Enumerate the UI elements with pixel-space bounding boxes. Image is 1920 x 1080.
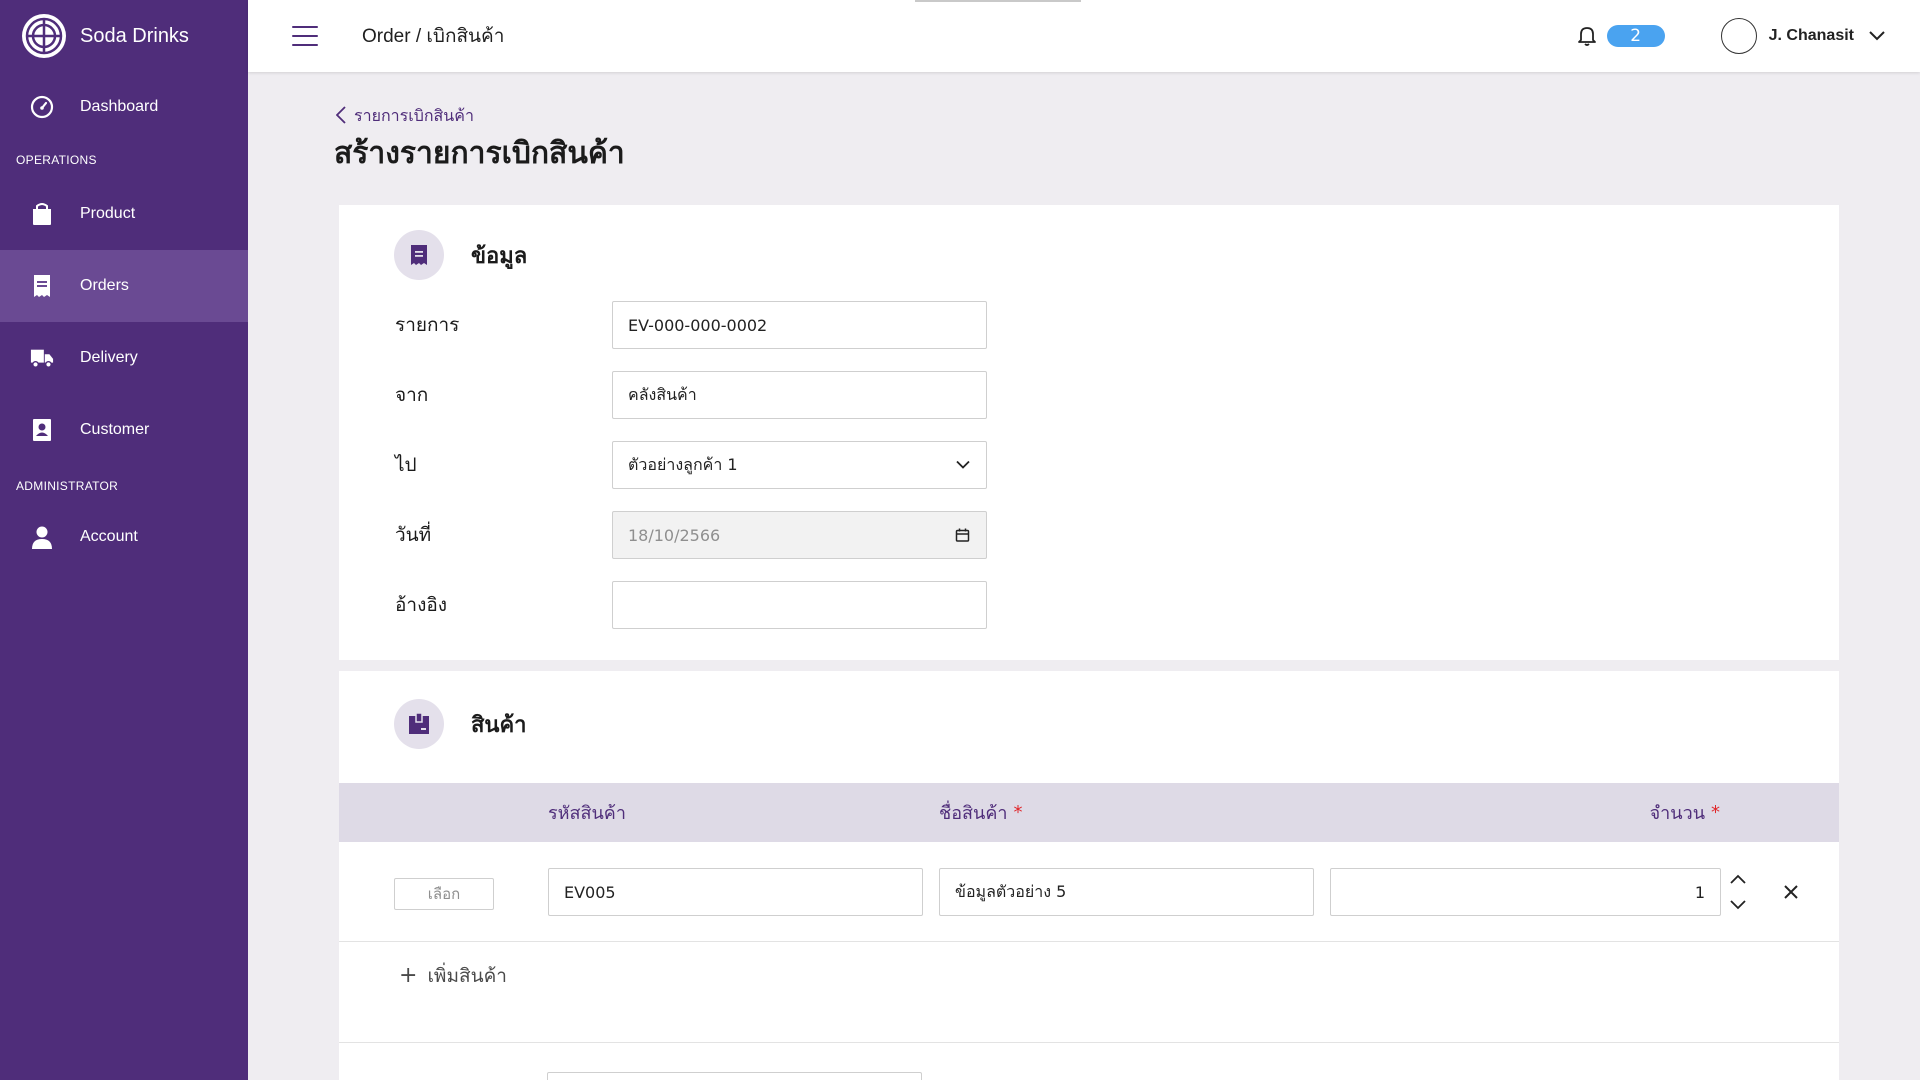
to-select[interactable]: ตัวอย่างลูกค้า 1 <box>612 441 987 489</box>
back-link-label: รายการเบิกสินค้า <box>354 106 474 125</box>
column-header-qty-label: จำนวน <box>1649 803 1705 824</box>
add-product-label: เพิ่มสินค้า <box>427 965 507 987</box>
chevron-down-icon[interactable] <box>1730 896 1746 914</box>
required-mark: * <box>1013 802 1023 823</box>
document-icon <box>394 230 444 280</box>
form-row-from: จาก คลังสินค้า <box>395 371 987 419</box>
to-select-value: ตัวอย่างลูกค้า 1 <box>628 454 738 474</box>
section-divider <box>339 1042 1839 1043</box>
product-card-title: สินค้า <box>471 712 527 738</box>
window-handle <box>915 0 1081 2</box>
sidebar-label-delivery: Delivery <box>80 349 138 366</box>
form-row-reference: อ้างอิง <box>395 581 987 629</box>
brand-logo-icon <box>22 14 66 58</box>
sidebar-item-customer[interactable]: Customer <box>0 394 248 466</box>
quantity-input[interactable]: 1 <box>1330 868 1721 916</box>
calendar-icon[interactable] <box>955 528 970 543</box>
back-link[interactable]: รายการเบิกสินค้า <box>335 104 474 129</box>
avatar[interactable] <box>1720 18 1757 54</box>
info-card-header: ข้อมูล <box>394 230 527 280</box>
sidebar-label-account: Account <box>80 528 138 545</box>
topbar-breadcrumb: Order / เบิกสินค้า <box>362 26 505 47</box>
quantity-stepper <box>1728 870 1748 914</box>
add-product-button[interactable]: + เพิ่มสินค้า <box>399 961 507 991</box>
sidebar-label-product: Product <box>80 205 136 222</box>
date-field: 18/10/2566 <box>612 511 987 559</box>
from-field[interactable]: คลังสินค้า <box>612 371 987 419</box>
sidebar-item-orders[interactable]: Orders <box>0 250 248 322</box>
product-table-header: รหัสสินค้า ชื่อสินค้า * จำนวน * <box>339 783 1839 842</box>
info-card-title: ข้อมูล <box>471 243 528 269</box>
reference-label: อ้างอิง <box>395 594 448 616</box>
sidebar-item-dashboard[interactable]: Dashboard <box>0 72 248 142</box>
to-label: ไป <box>395 454 417 476</box>
date-label: วันที่ <box>395 524 432 546</box>
form-row-doc: รายการ EV-000-000-0002 <box>395 301 987 349</box>
bag-icon <box>30 202 54 226</box>
user-icon <box>30 525 54 549</box>
product-card: สินค้า รหัสสินค้า ชื่อสินค้า * จำนวน * เ… <box>339 671 1839 1080</box>
date-value: 18/10/2566 <box>628 525 721 545</box>
sidebar-item-account[interactable]: Account <box>0 504 248 570</box>
package-icon <box>394 699 444 749</box>
required-mark: * <box>1711 802 1720 823</box>
topbar: Order / เบิกสินค้า 2 J. Chanasit <box>248 0 1920 72</box>
sidebar-label-orders: Orders <box>80 277 129 294</box>
form-row-date: วันที่ 18/10/2566 <box>395 511 987 559</box>
column-header-name: ชื่อสินค้า * <box>939 783 1022 842</box>
info-card: ข้อมูล รายการ EV-000-000-0002 จาก คลังสิ… <box>339 205 1839 660</box>
nav-section-operations: OPERATIONS <box>16 153 97 167</box>
reference-field[interactable] <box>612 581 987 629</box>
product-card-header: สินค้า <box>394 699 527 749</box>
brand-name: Soda Drinks <box>80 24 189 47</box>
chevron-up-icon[interactable] <box>1730 870 1746 888</box>
menu-toggle-icon[interactable] <box>292 26 318 46</box>
contact-card-icon <box>30 418 54 442</box>
select-product-button[interactable]: เลือก <box>394 878 494 910</box>
product-code-input[interactable]: EV005 <box>548 868 923 916</box>
user-name[interactable]: J. Chanasit <box>1769 27 1854 45</box>
nav-section-administrator: ADMINISTRATOR <box>16 479 119 493</box>
chevron-down-icon <box>956 460 970 470</box>
product-name-input[interactable]: ข้อมูลตัวอย่าง 5 <box>939 868 1314 916</box>
next-field-partial[interactable] <box>547 1072 922 1080</box>
sidebar-label-dashboard: Dashboard <box>80 98 159 115</box>
sidebar-item-delivery[interactable]: Delivery <box>0 322 248 394</box>
receipt-icon <box>30 274 54 298</box>
truck-icon <box>30 346 54 370</box>
table-row: เลือก EV005 ข้อมูลตัวอย่าง 5 1 <box>339 842 1839 942</box>
chevron-down-icon[interactable] <box>1868 27 1886 45</box>
close-icon[interactable] <box>1781 882 1801 902</box>
column-header-qty: จำนวน * <box>1650 783 1720 842</box>
column-header-name-label: ชื่อสินค้า <box>939 803 1008 824</box>
sidebar: Soda Drinks Dashboard OPERATIONS Product… <box>0 0 248 1080</box>
from-label: จาก <box>395 384 429 406</box>
chevron-left-icon <box>335 105 346 128</box>
form-row-to: ไป ตัวอย่างลูกค้า 1 <box>395 441 987 489</box>
sidebar-item-product[interactable]: Product <box>0 178 248 250</box>
brand[interactable]: Soda Drinks <box>0 0 248 72</box>
plus-icon: + <box>399 963 418 988</box>
notification-badge[interactable]: 2 <box>1606 25 1665 47</box>
column-header-code: รหัสสินค้า <box>548 803 626 824</box>
topbar-right: 2 J. Chanasit <box>1575 18 1886 54</box>
doc-number-label: รายการ <box>395 314 460 336</box>
page-title: สร้างรายการเบิกสินค้า <box>334 136 625 171</box>
doc-number-field[interactable]: EV-000-000-0002 <box>612 301 987 349</box>
sidebar-label-customer: Customer <box>80 421 150 438</box>
gauge-icon <box>30 95 54 119</box>
bell-icon[interactable] <box>1575 24 1599 48</box>
